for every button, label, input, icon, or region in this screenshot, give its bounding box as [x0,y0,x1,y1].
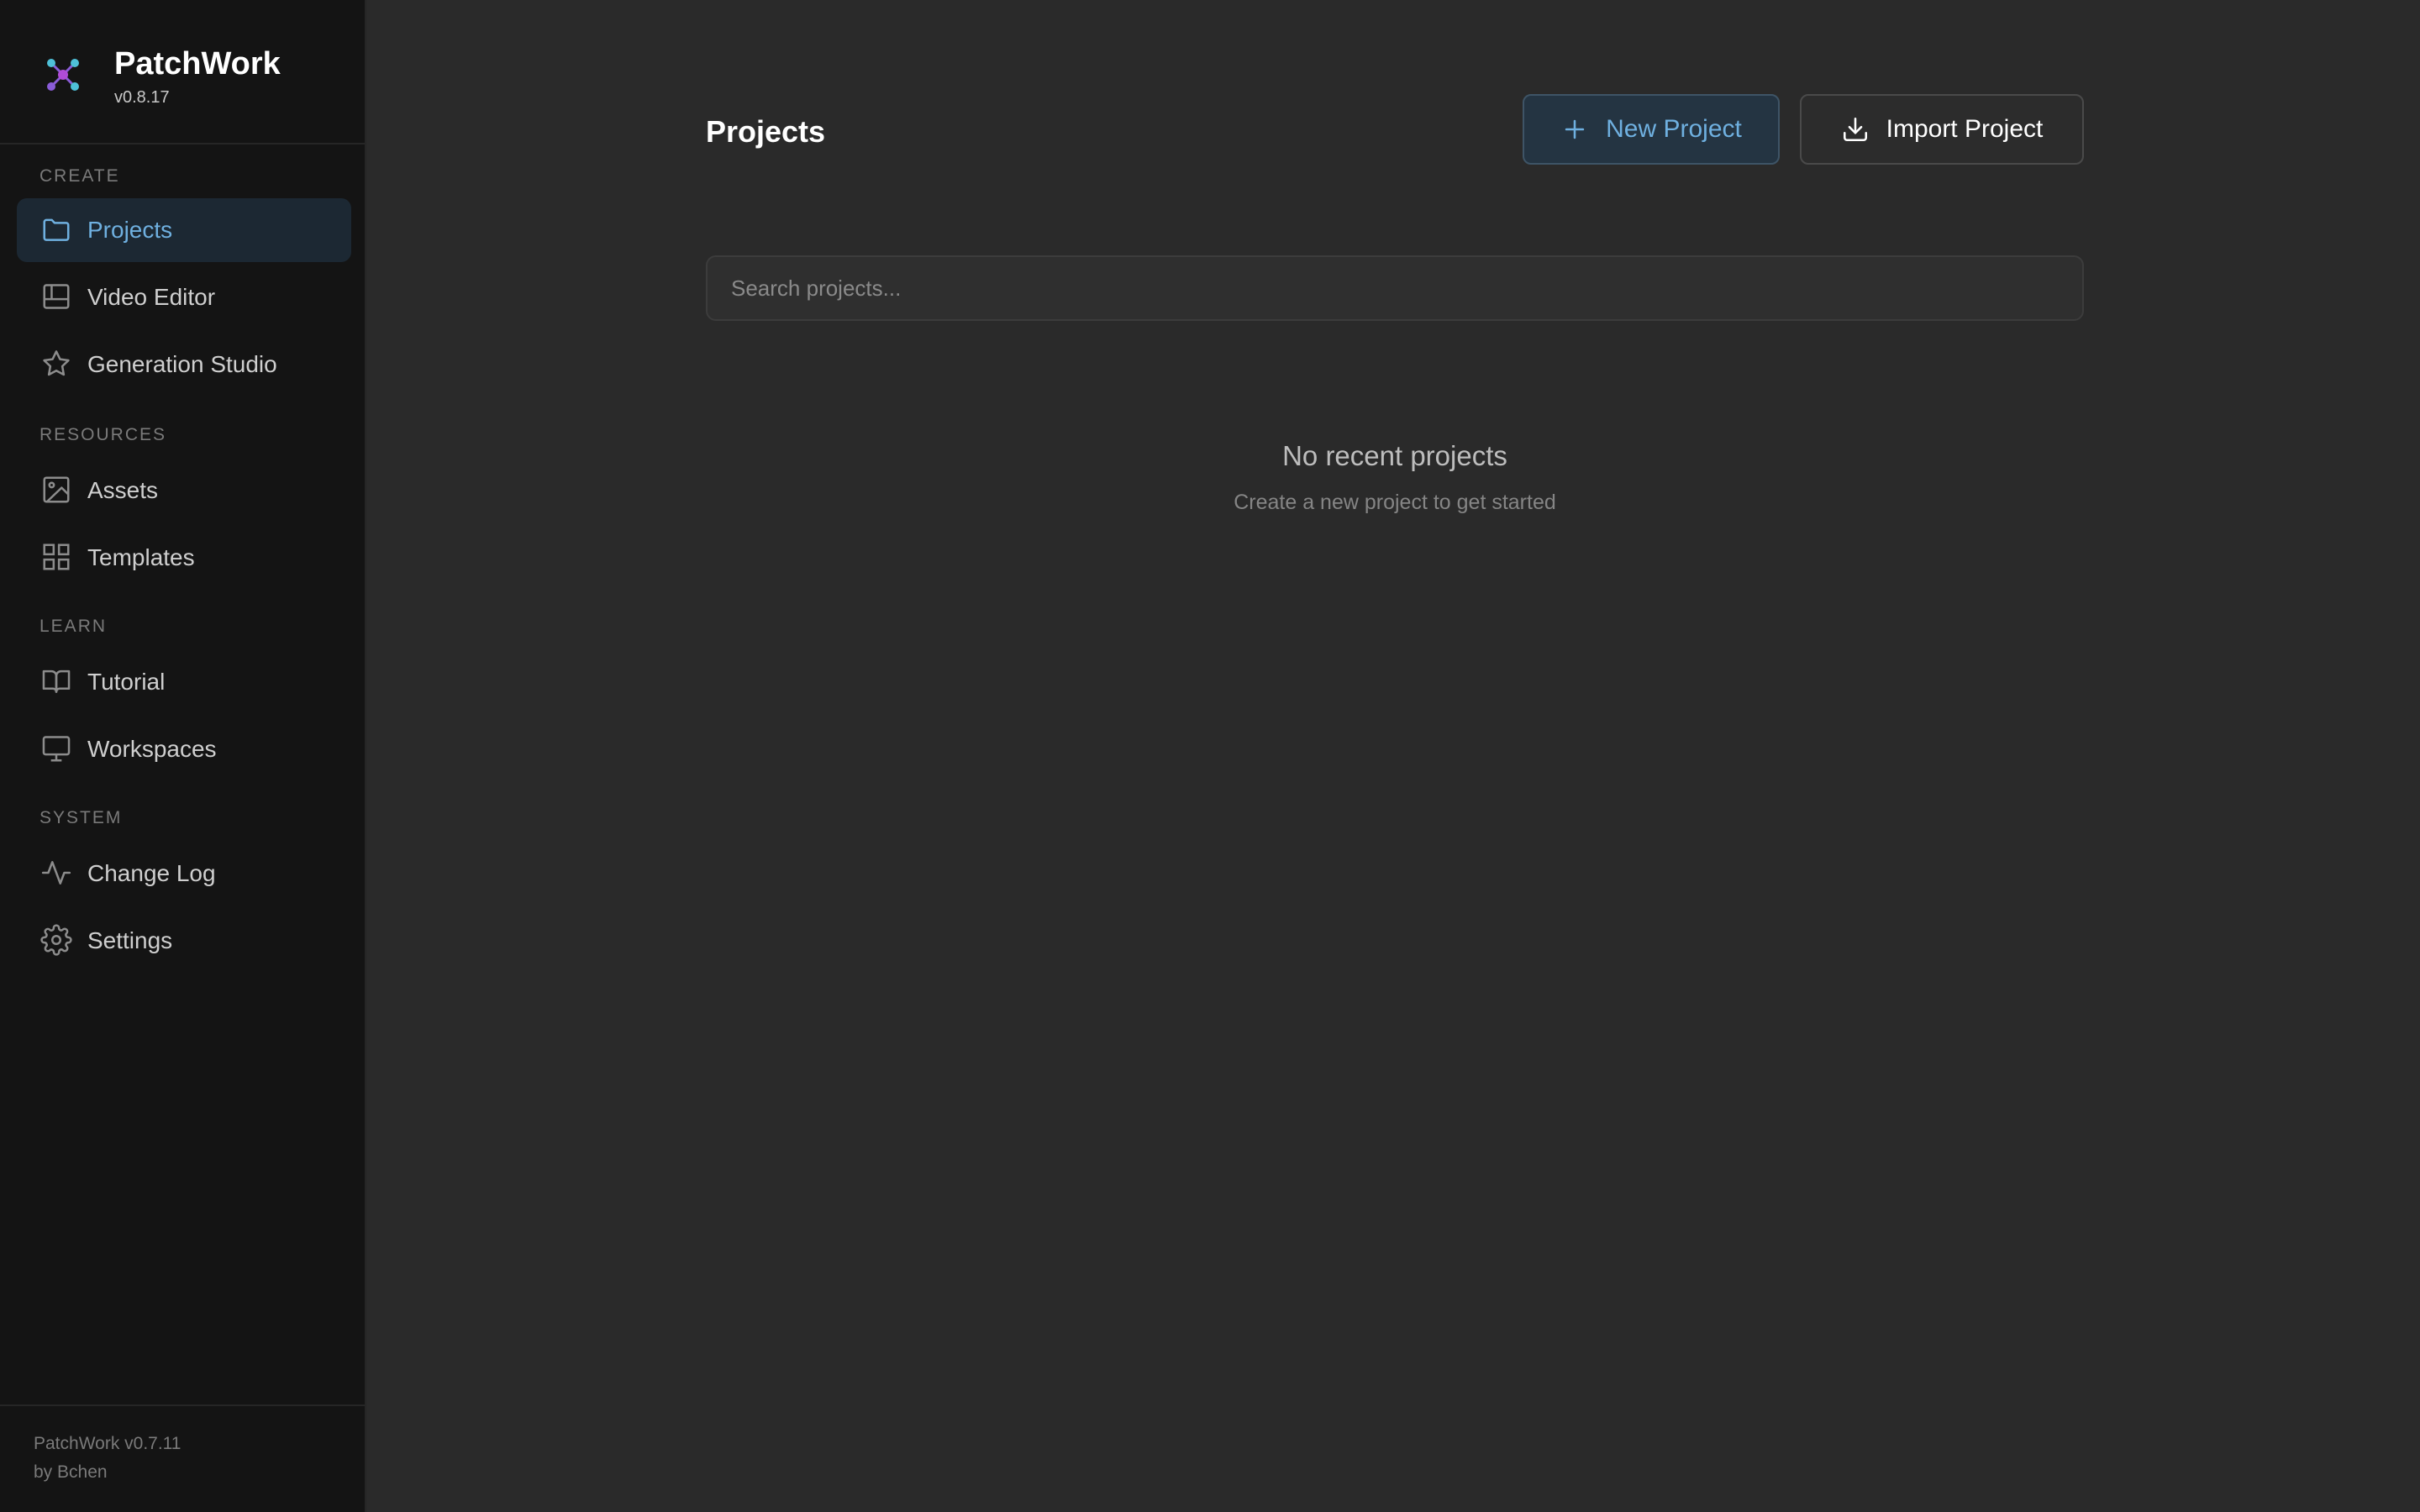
sidebar-item-label: Change Log [87,860,216,886]
sidebar-item-label: Settings [87,927,173,953]
sidebar-item-settings[interactable]: Settings [17,909,351,973]
download-icon [1841,115,1870,144]
star-icon [40,348,72,380]
sidebar-item-templates[interactable]: Templates [17,526,351,590]
sidebar-item-label: Templates [87,544,195,570]
sidebar-item-workspaces[interactable]: Workspaces [17,717,351,781]
section-label-resources: RESOURCES [39,425,167,444]
sidebar-footer: PatchWork v0.7.11 by Bchen [0,1404,365,1512]
empty-state-title: No recent projects [1282,440,1507,471]
sidebar-item-projects[interactable]: Projects [17,198,351,262]
empty-state-subtitle: Create a new project to get started [1234,491,1556,514]
app-name: PatchWork [114,46,281,81]
sidebar-item-video-editor[interactable]: Video Editor [17,265,351,329]
sidebar-item-tutorial[interactable]: Tutorial [17,650,351,714]
footer-version: PatchWork v0.7.11 [34,1434,182,1453]
gear-icon [40,924,72,956]
image-icon [40,474,72,506]
section-label-system: SYSTEM [39,808,123,827]
book-icon [40,665,72,697]
search-input[interactable] [706,255,2084,321]
folder-icon [40,213,72,245]
new-project-button[interactable]: New Project [1523,94,1780,165]
sidebar: PatchWork v0.8.17 CREATE Projects Video … [0,0,366,1512]
plus-icon [1560,115,1589,144]
main-content: Projects New Project Import Project No r… [368,0,2420,1512]
section-label-learn: LEARN [39,617,108,636]
sidebar-item-change-log[interactable]: Change Log [17,842,351,906]
page-title: Projects [706,114,826,149]
sidebar-item-label: Generation Studio [87,351,277,377]
footer-author: by Bchen [34,1462,108,1482]
sidebar-item-label: Tutorial [87,669,166,695]
sidebar-item-label: Workspaces [87,736,217,762]
sidebar-item-label: Projects [87,217,173,243]
sidebar-item-assets[interactable]: Assets [17,459,351,522]
brand-header: PatchWork v0.8.17 [0,0,365,144]
sidebar-item-label: Assets [87,477,159,503]
layout-icon [40,281,72,312]
import-project-button[interactable]: Import Project [1800,94,2084,165]
sidebar-item-generation-studio[interactable]: Generation Studio [17,333,351,396]
grid-icon [40,541,72,573]
new-project-label: New Project [1606,115,1742,143]
import-project-label: Import Project [1886,115,2044,143]
activity-icon [40,857,72,889]
app-version: v0.8.17 [114,88,170,107]
monitor-icon [40,732,72,764]
patchwork-logo-icon [40,52,86,97]
app-window: PatchWork v0.8.17 CREATE Projects Video … [0,0,2420,1512]
sidebar-item-label: Video Editor [87,284,216,310]
section-label-create: CREATE [39,166,120,186]
